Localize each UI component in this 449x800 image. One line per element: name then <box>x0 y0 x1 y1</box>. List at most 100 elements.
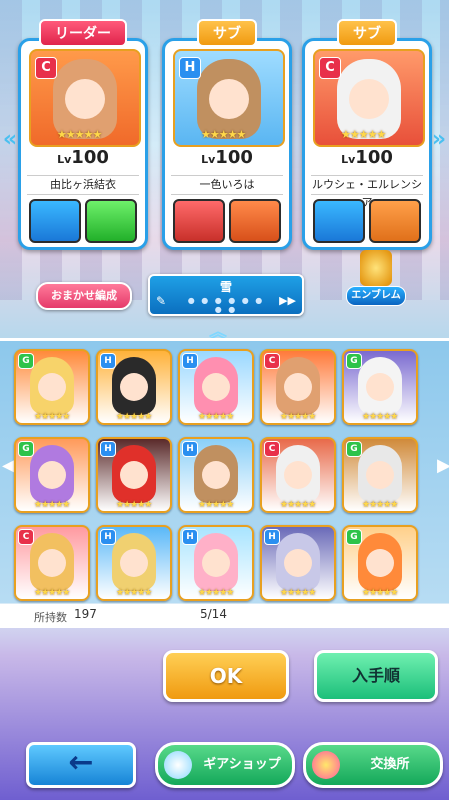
auto-formation-button[interactable]: おまかせ編成 <box>36 282 132 310</box>
rarity-stars: ★★★★★ <box>198 412 234 422</box>
rarity-stars: ★★★★★ <box>362 588 398 598</box>
unit-card[interactable]: G ★★★★★ <box>342 437 418 513</box>
back-button[interactable]: ← <box>26 742 136 788</box>
type-badge: H <box>179 57 201 79</box>
rarity-stars: ★★★★★ <box>34 588 70 598</box>
unit-face <box>38 461 66 489</box>
deck-selector[interactable]: ✎ 雪 ● ● ● ● ● ● ● ● ▶▶ <box>148 274 304 316</box>
unit-card[interactable]: C ★★★★★ <box>260 349 336 425</box>
type-badge: H <box>182 441 198 457</box>
unit-card[interactable]: H ★★★★★ <box>178 525 254 601</box>
deck-name: 雪 <box>219 280 232 294</box>
unit-face <box>202 549 230 577</box>
sub-tag: サブ <box>337 19 397 47</box>
type-badge: C <box>264 353 280 369</box>
unit-list-panel: ◀ G ★★★★★ H ★★★★★ H ★★★★★ C ★★★★★ G ★★★★★ G ★★★★★ H ★… <box>0 338 449 603</box>
unit-card[interactable]: H ★★★★★ <box>96 437 172 513</box>
unit-face <box>366 549 394 577</box>
type-badge: G <box>346 353 362 369</box>
sub-1-portrait: H ★★★★★ <box>173 49 285 147</box>
type-badge: C <box>264 441 280 457</box>
type-badge: H <box>264 529 280 545</box>
unit-card[interactable]: H ★★★★★ <box>260 525 336 601</box>
type-badge: G <box>18 353 34 369</box>
unit-face <box>284 373 312 401</box>
owned-label: 所持数 <box>34 611 67 624</box>
page-indicator: 5/14 <box>200 607 227 621</box>
panel-right-arrow-icon[interactable]: ▶ <box>437 451 449 481</box>
type-badge: G <box>346 529 362 545</box>
unit-card[interactable]: H ★★★★★ <box>178 349 254 425</box>
unit-card[interactable]: G ★★★★★ <box>14 437 90 513</box>
rarity-stars: ★★★★★ <box>34 500 70 510</box>
party-card-sub-1[interactable]: サブ H ★★★★★ Lv100 一色いろは <box>162 19 292 250</box>
gear-shop-label: ギアショップ <box>203 757 281 772</box>
deck-page-dots: ● ● ● ● ● ● ● ● <box>187 296 265 314</box>
unit-card[interactable]: G ★★★★★ <box>342 349 418 425</box>
exchange-label: 交換所 <box>370 757 410 772</box>
ok-button[interactable]: OK <box>163 650 289 702</box>
unit-face <box>202 373 230 401</box>
rarity-stars: ★★★★★ <box>362 500 398 510</box>
chevron-right-icon[interactable]: » <box>431 126 447 154</box>
type-badge: C <box>319 57 341 79</box>
owned-count: 197 <box>74 607 97 621</box>
sort-order-button[interactable]: 入手順 <box>314 650 438 702</box>
emblem-button[interactable]: エンブレム <box>346 250 406 306</box>
exchange-button[interactable]: 交換所 <box>303 742 443 788</box>
pencil-icon[interactable]: ✎ <box>156 294 166 308</box>
exchange-icon <box>312 751 340 779</box>
unit-card[interactable]: C ★★★★★ <box>260 437 336 513</box>
rarity-stars: ★★★★★ <box>198 500 234 510</box>
gear-slot-1[interactable] <box>313 199 365 243</box>
unit-face <box>284 549 312 577</box>
gear-slot-2[interactable] <box>229 199 281 243</box>
unit-card[interactable]: G ★★★★★ <box>342 525 418 601</box>
fast-forward-icon[interactable]: ▶▶ <box>279 294 296 307</box>
unit-card[interactable]: G ★★★★★ <box>14 349 90 425</box>
emblem-icon <box>360 250 392 286</box>
rarity-stars: ★★★★★ <box>116 412 152 422</box>
party-card-leader[interactable]: リーダー C ★★★★★ Lv100 由比ヶ浜結衣 <box>18 19 148 250</box>
unit-card[interactable]: H ★★★★★ <box>96 349 172 425</box>
type-badge: H <box>100 441 116 457</box>
rarity-stars: ★★★★★ <box>280 500 316 510</box>
emblem-label: エンブレム <box>346 286 406 306</box>
gear-slot-1[interactable] <box>173 199 225 243</box>
rarity-stars: ★★★★★ <box>57 128 102 141</box>
gear-slot-2[interactable] <box>85 199 137 243</box>
gear-slot-1[interactable] <box>29 199 81 243</box>
gear-shop-button[interactable]: ギアショップ <box>155 742 295 788</box>
leader-tag: リーダー <box>39 19 127 47</box>
gear-slot-2[interactable] <box>369 199 421 243</box>
level-label: Lv100 <box>201 147 253 168</box>
unit-card[interactable]: H ★★★★★ <box>178 437 254 513</box>
type-badge: C <box>35 57 57 79</box>
type-badge: H <box>100 529 116 545</box>
unit-face <box>120 373 148 401</box>
type-badge: H <box>100 353 116 369</box>
unit-card[interactable]: H ★★★★★ <box>96 525 172 601</box>
character-name: 由比ヶ浜結衣 <box>27 175 139 195</box>
panel-left-arrow-icon[interactable]: ◀ <box>2 451 16 481</box>
unit-face <box>202 461 230 489</box>
unit-card[interactable]: C ★★★★★ <box>14 525 90 601</box>
chevron-left-icon[interactable]: « <box>2 126 18 154</box>
rarity-stars: ★★★★★ <box>201 128 246 141</box>
unit-face <box>284 461 312 489</box>
rarity-stars: ★★★★★ <box>280 412 316 422</box>
type-badge: G <box>18 441 34 457</box>
character-name: ルウシェ・エルレンシア <box>311 175 423 209</box>
back-arrow-icon: ← <box>68 745 94 780</box>
character-name: 一色いろは <box>171 175 283 195</box>
sub-tag: サブ <box>197 19 257 47</box>
unit-face <box>38 549 66 577</box>
unit-face <box>366 373 394 401</box>
type-badge: H <box>182 529 198 545</box>
unit-face <box>38 373 66 401</box>
party-card-sub-2[interactable]: サブ C ★★★★★ Lv100 ルウシェ・エルレンシア <box>302 19 432 250</box>
rarity-stars: ★★★★★ <box>116 588 152 598</box>
rarity-stars: ★★★★★ <box>341 128 386 141</box>
type-badge: C <box>18 529 34 545</box>
gear-slots <box>29 199 137 243</box>
